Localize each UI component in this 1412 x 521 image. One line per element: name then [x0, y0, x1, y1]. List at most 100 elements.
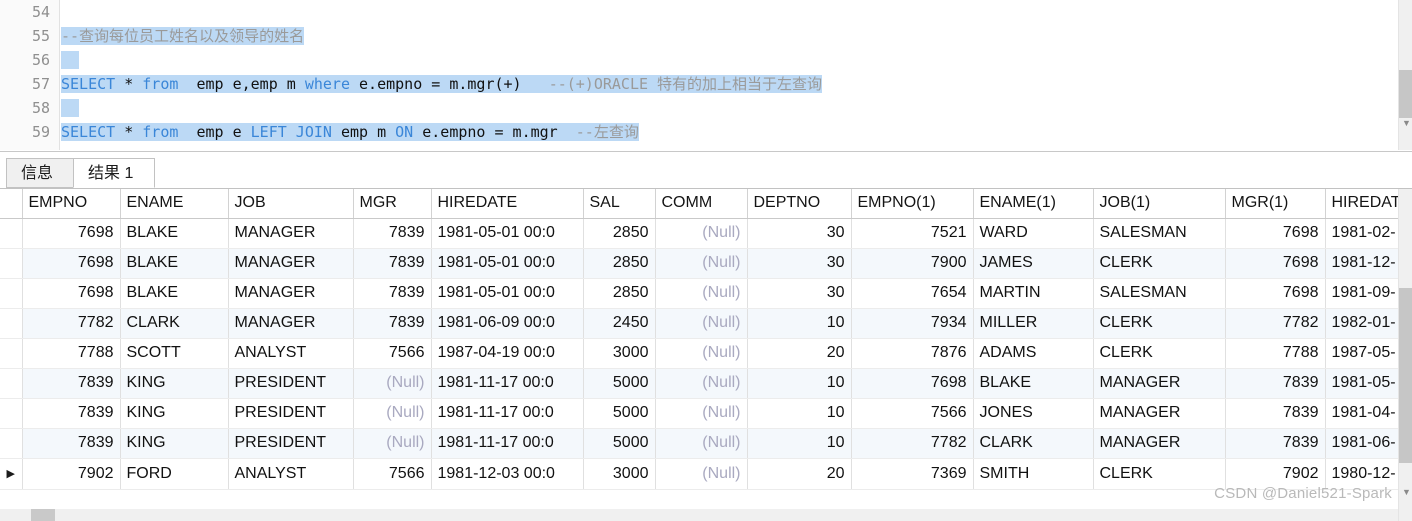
- scroll-down-icon[interactable]: ▼: [1402, 119, 1411, 128]
- cell-sal[interactable]: 5000: [583, 368, 656, 399]
- column-header-deptno[interactable]: DEPTNO: [747, 189, 852, 219]
- cell-deptno[interactable]: 10: [747, 398, 852, 429]
- cell-empno[interactable]: 7839: [22, 398, 121, 429]
- cell-hiredate[interactable]: 1981-05-01 00:0: [431, 278, 584, 309]
- cell-empno[interactable]: 7698: [22, 218, 121, 249]
- cell-hiredate[interactable]: 1981-11-17 00:0: [431, 428, 584, 459]
- code-line[interactable]: --查询每位员工姓名以及领导的姓名: [61, 24, 1398, 48]
- cell-comm[interactable]: (Null): [655, 248, 748, 279]
- cell-hiredate[interactable]: 1987-04-19 00:0: [431, 338, 584, 369]
- grid-vertical-scrollbar[interactable]: ▼: [1398, 189, 1412, 521]
- table-row[interactable]: 7839 KING PRESIDENT (Null) 1981-11-17 00:0 50…: [0, 428, 1412, 459]
- cell-job[interactable]: PRESIDENT: [228, 368, 354, 399]
- cell-comm[interactable]: (Null): [655, 218, 748, 249]
- cell-deptno[interactable]: 30: [747, 278, 852, 309]
- column-header-mgr1[interactable]: MGR(1): [1225, 189, 1326, 219]
- cell-deptno[interactable]: 10: [747, 308, 852, 339]
- row-header-cell[interactable]: [0, 278, 23, 309]
- column-header-job[interactable]: JOB: [228, 189, 354, 219]
- cell-empno[interactable]: 7788: [22, 338, 121, 369]
- cell-ename1[interactable]: JONES: [973, 398, 1094, 429]
- cell-mgr1[interactable]: 7839: [1225, 428, 1326, 459]
- cell-mgr[interactable]: (Null): [353, 428, 432, 459]
- row-header-corner[interactable]: [0, 189, 23, 219]
- cell-mgr1[interactable]: 7839: [1225, 368, 1326, 399]
- row-header-cell[interactable]: [0, 308, 23, 339]
- cell-mgr[interactable]: (Null): [353, 368, 432, 399]
- column-header-empno1[interactable]: EMPNO(1): [851, 189, 974, 219]
- cell-comm[interactable]: (Null): [655, 368, 748, 399]
- cell-ename[interactable]: BLAKE: [120, 278, 229, 309]
- code-text-area[interactable]: --查询每位员工姓名以及领导的姓名 SELECT * from emp e,em…: [61, 0, 1398, 150]
- cell-mgr[interactable]: 7839: [353, 308, 432, 339]
- cell-sal[interactable]: 5000: [583, 428, 656, 459]
- cell-mgr1[interactable]: 7839: [1225, 398, 1326, 429]
- code-line[interactable]: SELECT * from emp e LEFT JOIN emp m ON e…: [61, 120, 1398, 144]
- row-header-cell[interactable]: [0, 338, 23, 369]
- cell-sal[interactable]: 2850: [583, 218, 656, 249]
- cell-ename1[interactable]: BLAKE: [973, 368, 1094, 399]
- column-header-sal[interactable]: SAL: [583, 189, 656, 219]
- cell-ename[interactable]: BLAKE: [120, 218, 229, 249]
- cell-ename[interactable]: CLARK: [120, 308, 229, 339]
- cell-empno1[interactable]: 7369: [851, 458, 974, 490]
- cell-job1[interactable]: CLERK: [1093, 308, 1226, 339]
- cell-mgr[interactable]: 7839: [353, 248, 432, 279]
- table-row[interactable]: 7698 BLAKE MANAGER 7839 1981-05-01 00:0 2850(…: [0, 248, 1412, 279]
- cell-mgr[interactable]: (Null): [353, 398, 432, 429]
- cell-job[interactable]: PRESIDENT: [228, 398, 354, 429]
- cell-empno[interactable]: 7698: [22, 278, 121, 309]
- cell-comm[interactable]: (Null): [655, 428, 748, 459]
- row-header-cell[interactable]: [0, 428, 23, 459]
- column-header-ename1[interactable]: ENAME(1): [973, 189, 1094, 219]
- code-line[interactable]: [61, 48, 1398, 72]
- cell-ename1[interactable]: SMITH: [973, 458, 1094, 490]
- cell-ename[interactable]: KING: [120, 398, 229, 429]
- cell-hiredate[interactable]: 1981-05-01 00:0: [431, 248, 584, 279]
- cell-hiredate[interactable]: 1981-06-09 00:0: [431, 308, 584, 339]
- cell-sal[interactable]: 3000: [583, 338, 656, 369]
- cell-deptno[interactable]: 10: [747, 368, 852, 399]
- cell-job[interactable]: MANAGER: [228, 218, 354, 249]
- editor-vertical-scrollbar[interactable]: ▼: [1398, 0, 1412, 150]
- row-header-cell[interactable]: [0, 398, 23, 429]
- code-line[interactable]: [61, 0, 1398, 24]
- cell-mgr[interactable]: 7566: [353, 338, 432, 369]
- cell-job[interactable]: ANALYST: [228, 338, 354, 369]
- cell-job[interactable]: MANAGER: [228, 248, 354, 279]
- row-header-cell[interactable]: [0, 218, 23, 249]
- cell-deptno[interactable]: 20: [747, 338, 852, 369]
- cell-job1[interactable]: CLERK: [1093, 458, 1226, 490]
- cell-comm[interactable]: (Null): [655, 338, 748, 369]
- cell-deptno[interactable]: 20: [747, 458, 852, 490]
- cell-empno1[interactable]: 7782: [851, 428, 974, 459]
- cell-empno[interactable]: 7902: [22, 458, 121, 490]
- cell-job[interactable]: MANAGER: [228, 278, 354, 309]
- cell-ename1[interactable]: WARD: [973, 218, 1094, 249]
- row-header-cell[interactable]: [0, 368, 23, 399]
- row-header-cell[interactable]: ▶: [0, 458, 23, 490]
- cell-empno1[interactable]: 7521: [851, 218, 974, 249]
- row-header-cell[interactable]: [0, 248, 23, 279]
- column-header-mgr[interactable]: MGR: [353, 189, 432, 219]
- cell-job1[interactable]: MANAGER: [1093, 368, 1226, 399]
- cell-job1[interactable]: CLERK: [1093, 338, 1226, 369]
- cell-job[interactable]: MANAGER: [228, 308, 354, 339]
- code-line[interactable]: [61, 96, 1398, 120]
- cell-hiredate[interactable]: 1981-11-17 00:0: [431, 368, 584, 399]
- cell-sal[interactable]: 2450: [583, 308, 656, 339]
- cell-sal[interactable]: 2850: [583, 278, 656, 309]
- grid-scroll-down-icon[interactable]: ▼: [1402, 488, 1411, 497]
- cell-ename[interactable]: BLAKE: [120, 248, 229, 279]
- cell-mgr[interactable]: 7839: [353, 278, 432, 309]
- cell-ename[interactable]: KING: [120, 428, 229, 459]
- cell-mgr1[interactable]: 7698: [1225, 248, 1326, 279]
- grid-scrollbar-thumb[interactable]: [1399, 288, 1412, 463]
- cell-empno1[interactable]: 7934: [851, 308, 974, 339]
- cell-job1[interactable]: CLERK: [1093, 248, 1226, 279]
- cell-ename[interactable]: SCOTT: [120, 338, 229, 369]
- column-header-comm[interactable]: COMM: [655, 189, 748, 219]
- sql-code-editor[interactable]: 54 55 56 57 58 59 --查询每位员工姓名以及领导的姓名 SELECT * …: [0, 0, 1412, 150]
- cell-ename[interactable]: KING: [120, 368, 229, 399]
- cell-deptno[interactable]: 30: [747, 248, 852, 279]
